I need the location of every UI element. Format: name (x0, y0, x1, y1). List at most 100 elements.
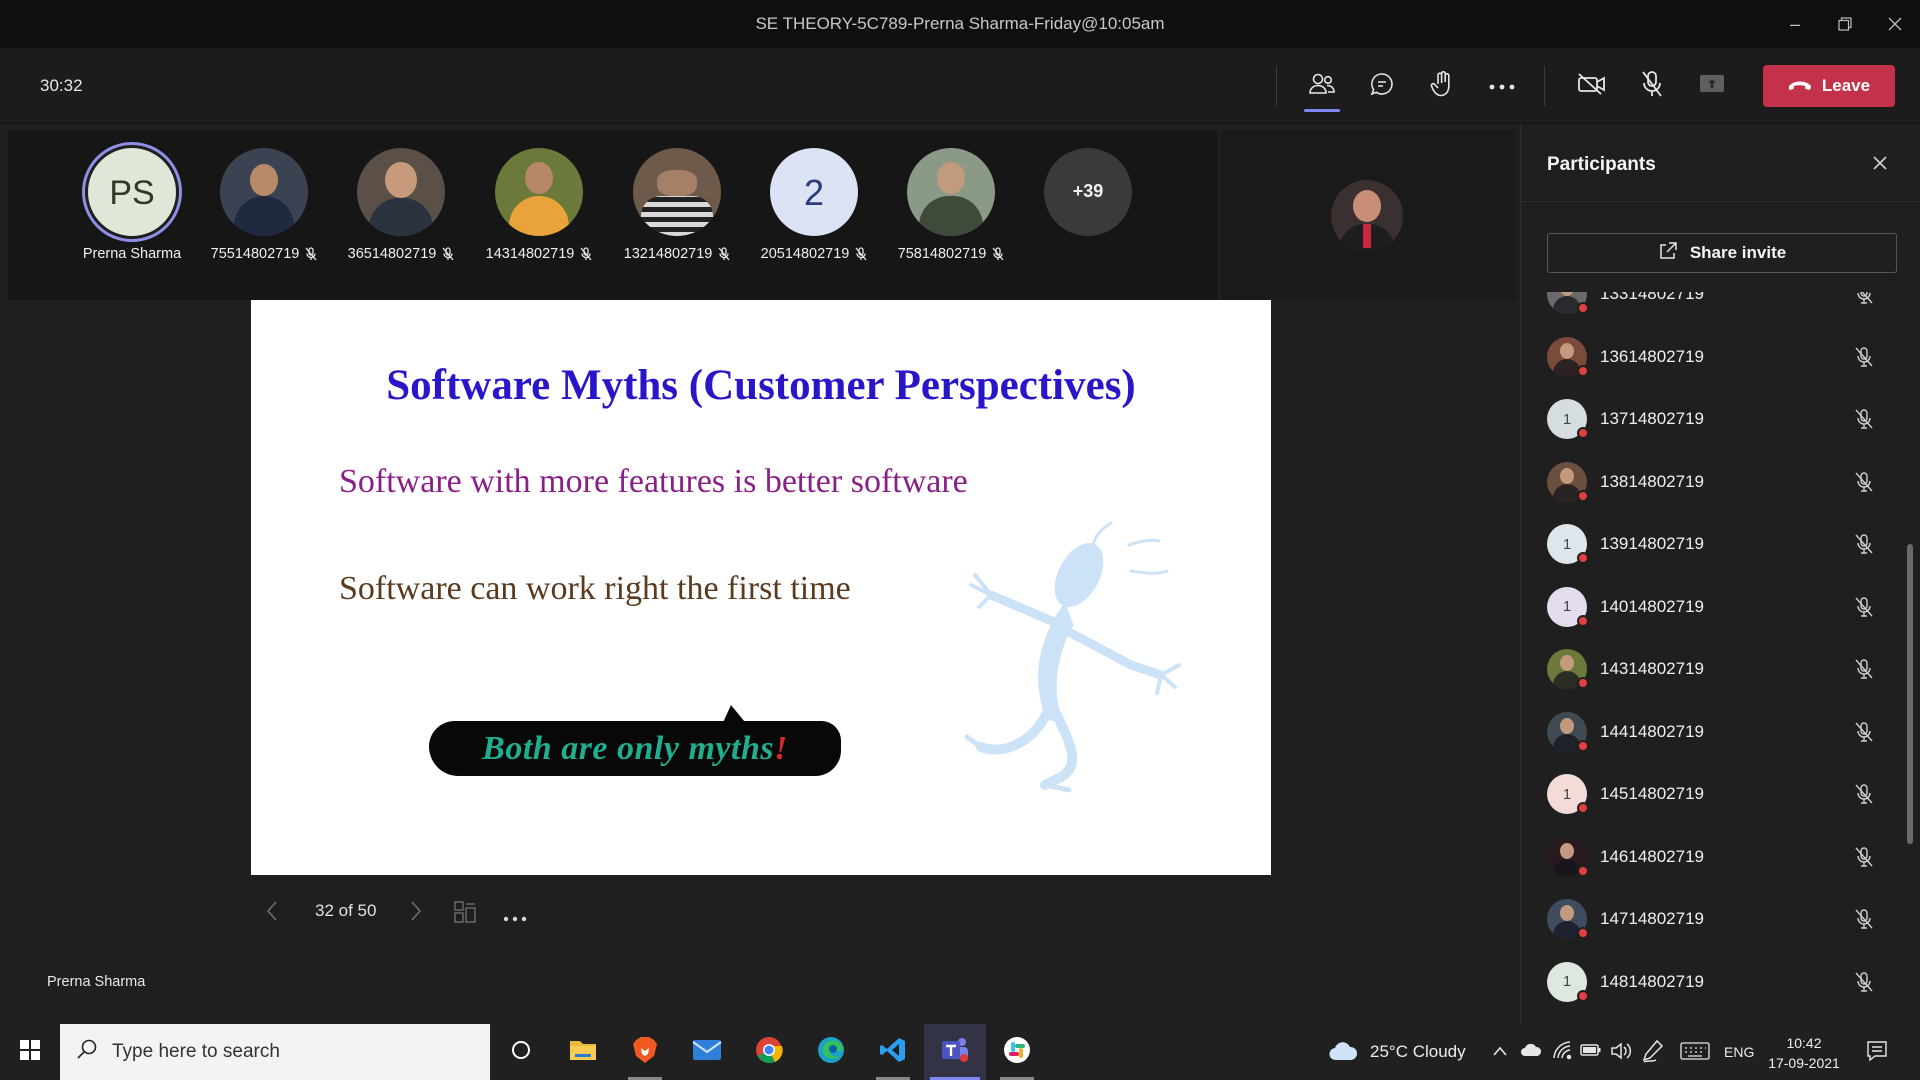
taskbar-vscode[interactable] (862, 1024, 924, 1080)
chat-button[interactable] (1362, 66, 1402, 106)
mic-muted-icon (1853, 908, 1875, 930)
edge-icon (817, 1036, 845, 1069)
participant-row[interactable]: 1 13914802719 (1521, 513, 1916, 575)
participant-tile[interactable]: 14314802719 (476, 148, 602, 262)
callout-exclamation: ! (774, 729, 788, 767)
callout-text: Both are only myths (482, 729, 775, 767)
panel-divider (1521, 201, 1920, 202)
participant-row[interactable]: 13614802719 (1521, 326, 1916, 388)
avatar-initial: 1 (1562, 973, 1572, 990)
input-language[interactable]: ENG (1724, 1044, 1754, 1060)
weather-text[interactable]: 25°C Cloudy (1370, 1042, 1466, 1062)
share-icon (1658, 241, 1678, 266)
mic-muted-icon (1853, 471, 1875, 493)
participant-row[interactable]: 1 14514802719 (1521, 763, 1916, 825)
mic-button[interactable] (1632, 66, 1672, 106)
more-participants-tile[interactable]: +39 (1025, 148, 1151, 236)
participant-name: 14014802719 (1600, 596, 1705, 616)
panel-title: Participants (1547, 154, 1656, 175)
meeting-timer: 30:32 (40, 76, 83, 95)
participant-tile[interactable]: PS Prerna Sharma (69, 148, 195, 262)
meeting-stage: PS Prerna Sharma 75514802719 36514802719 (0, 124, 1520, 1024)
participant-row[interactable]: 1 13714802719 (1521, 388, 1916, 450)
participant-list-scrollbar[interactable] (1907, 544, 1913, 844)
minimize-button[interactable]: – (1772, 0, 1818, 48)
participant-tile[interactable]: 75814802719 (888, 148, 1014, 262)
taskbar-chrome[interactable] (738, 1024, 800, 1080)
participants-button[interactable] (1302, 66, 1342, 112)
taskbar-brave-browser[interactable] (614, 1024, 676, 1080)
participant-row[interactable]: 1 14014802719 (1521, 576, 1916, 638)
participant-name: 20514802719 (760, 246, 850, 262)
camera-off-icon (1577, 72, 1607, 100)
pen-icon[interactable] (1642, 1039, 1664, 1068)
volume-icon[interactable] (1610, 1041, 1632, 1066)
participant-tile[interactable]: 36514802719 (338, 148, 464, 262)
overflow-count: +39 (1072, 181, 1104, 201)
slide-title: Software Myths (Customer Perspectives) (386, 362, 1136, 409)
participant-name: 14414802719 (1600, 721, 1705, 741)
taskbar-teams[interactable] (924, 1024, 986, 1080)
participant-row[interactable]: 14414802719 (1521, 701, 1916, 763)
participant-row[interactable]: 14714802719 (1521, 888, 1916, 950)
chevron-up-icon[interactable] (1492, 1044, 1508, 1062)
previous-slide-button[interactable] (265, 900, 279, 927)
raise-hand-button[interactable] (1422, 66, 1462, 106)
share-invite-button[interactable]: Share invite (1547, 233, 1897, 273)
participant-row[interactable]: 14314802719 (1521, 638, 1916, 700)
mic-muted-icon (1853, 408, 1875, 430)
wifi-icon[interactable] (1552, 1040, 1574, 1065)
close-panel-button[interactable] (1865, 148, 1895, 178)
participant-name: 14314802719 (1600, 659, 1705, 678)
taskbar-file-explorer[interactable] (552, 1024, 614, 1080)
participant-row[interactable]: 14614802719 (1521, 826, 1916, 888)
presence-status-dot (1577, 614, 1589, 627)
cortana-button[interactable] (490, 1024, 552, 1080)
slide-more-button[interactable] (503, 909, 527, 927)
notification-center-icon[interactable] (1866, 1040, 1888, 1067)
myth-callout: Both are only myths! (429, 721, 841, 776)
participant-tile[interactable]: 75514802719 (201, 148, 327, 262)
slide-grid-button[interactable] (453, 900, 477, 929)
leave-button[interactable]: Leave (1763, 65, 1895, 107)
participant-avatar-wrap: 1 (1547, 774, 1589, 814)
restore-button[interactable] (1822, 0, 1868, 48)
participant-tile[interactable]: 2 20514802719 (751, 148, 877, 262)
start-button[interactable] (0, 1024, 60, 1080)
participant-avatar-wrap (1547, 292, 1589, 314)
share-screen-button[interactable] (1692, 66, 1732, 106)
phone-hangup-icon (1788, 76, 1812, 96)
onedrive-cloud-icon[interactable] (1520, 1042, 1542, 1063)
mic-muted-icon (1853, 658, 1875, 680)
mic-muted-icon (1853, 292, 1875, 305)
clock-date: 17-09-2021 (1768, 1055, 1840, 1071)
taskbar-mail[interactable] (676, 1024, 738, 1080)
participant-row[interactable]: 13814802719 (1521, 451, 1916, 513)
more-actions-button[interactable] (1482, 66, 1522, 106)
taskbar-search-box[interactable]: Type here to search (60, 1024, 490, 1080)
share-invite-label: Share invite (1689, 243, 1787, 262)
avatar (220, 148, 308, 236)
taskbar-clock[interactable]: 10:42 17-09-2021 (1768, 1033, 1840, 1073)
participant-name: 14314802719 (485, 246, 575, 262)
participant-avatar-wrap: 1 (1547, 961, 1589, 1002)
mic-muted-icon (718, 247, 730, 261)
avatar (907, 148, 995, 236)
participant-row[interactable]: 13314802719 (1521, 292, 1916, 325)
teams-icon (940, 1036, 970, 1069)
next-slide-button[interactable] (409, 900, 423, 927)
camera-button[interactable] (1572, 66, 1612, 106)
participant-avatar-wrap (1547, 336, 1589, 377)
more-icon (1489, 77, 1515, 95)
battery-icon[interactable] (1580, 1042, 1602, 1063)
avatar-photo-head (1560, 905, 1574, 921)
participant-row[interactable]: 1 14814802719 (1521, 951, 1916, 1013)
touch-keyboard-icon[interactable] (1680, 1041, 1710, 1066)
mic-muted-icon (855, 247, 867, 261)
search-icon (76, 1038, 98, 1066)
participant-tile[interactable]: 13214802719 (614, 148, 740, 262)
avatar (357, 148, 445, 236)
taskbar-slack[interactable] (986, 1024, 1048, 1080)
close-window-button[interactable] (1872, 0, 1918, 48)
taskbar-edge[interactable] (800, 1024, 862, 1080)
